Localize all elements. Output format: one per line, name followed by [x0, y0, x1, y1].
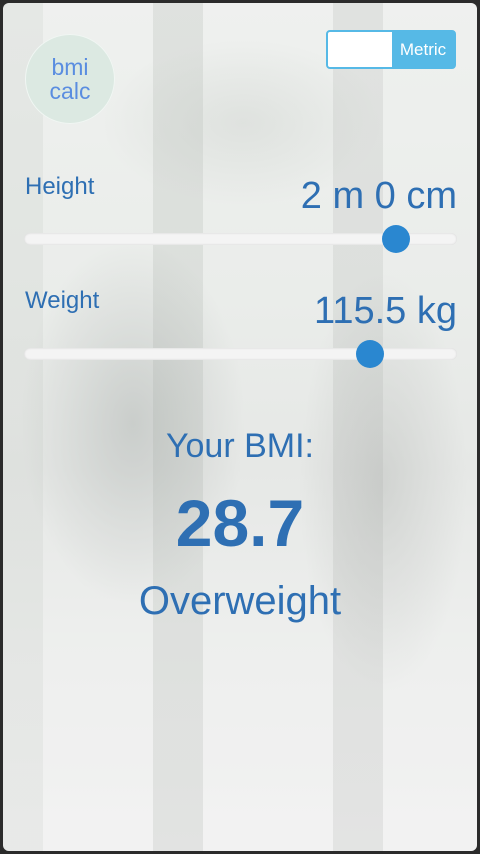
weight-slider-thumb[interactable] [356, 340, 385, 368]
weight-slider[interactable] [24, 340, 457, 368]
height-label: Height [25, 173, 95, 200]
bmi-heading: Your BMI: [165, 427, 315, 465]
weight-value: 115.5 kg [314, 290, 457, 332]
height-slider[interactable] [24, 225, 457, 253]
height-slider-thumb[interactable] [382, 225, 411, 253]
app-content: bmi calc Metric Height 2 m 0 cm Weight 1… [3, 3, 477, 851]
toggle-off-side[interactable] [328, 32, 392, 67]
weight-slider-track[interactable] [24, 348, 457, 360]
app-logo: bmi calc [25, 34, 115, 124]
weight-label: Weight [25, 287, 100, 314]
unit-toggle[interactable]: Metric [326, 30, 456, 69]
toggle-on-label[interactable]: Metric [392, 32, 454, 67]
bmi-category: Overweight [138, 579, 342, 623]
logo-line-2: calc [49, 78, 91, 104]
app-screen: bmi calc Metric Height 2 m 0 cm Weight 1… [3, 3, 477, 851]
logo-line-1: bmi [51, 54, 89, 80]
height-value: 2 m 0 cm [300, 175, 457, 217]
bmi-value: 28.7 [175, 486, 305, 560]
